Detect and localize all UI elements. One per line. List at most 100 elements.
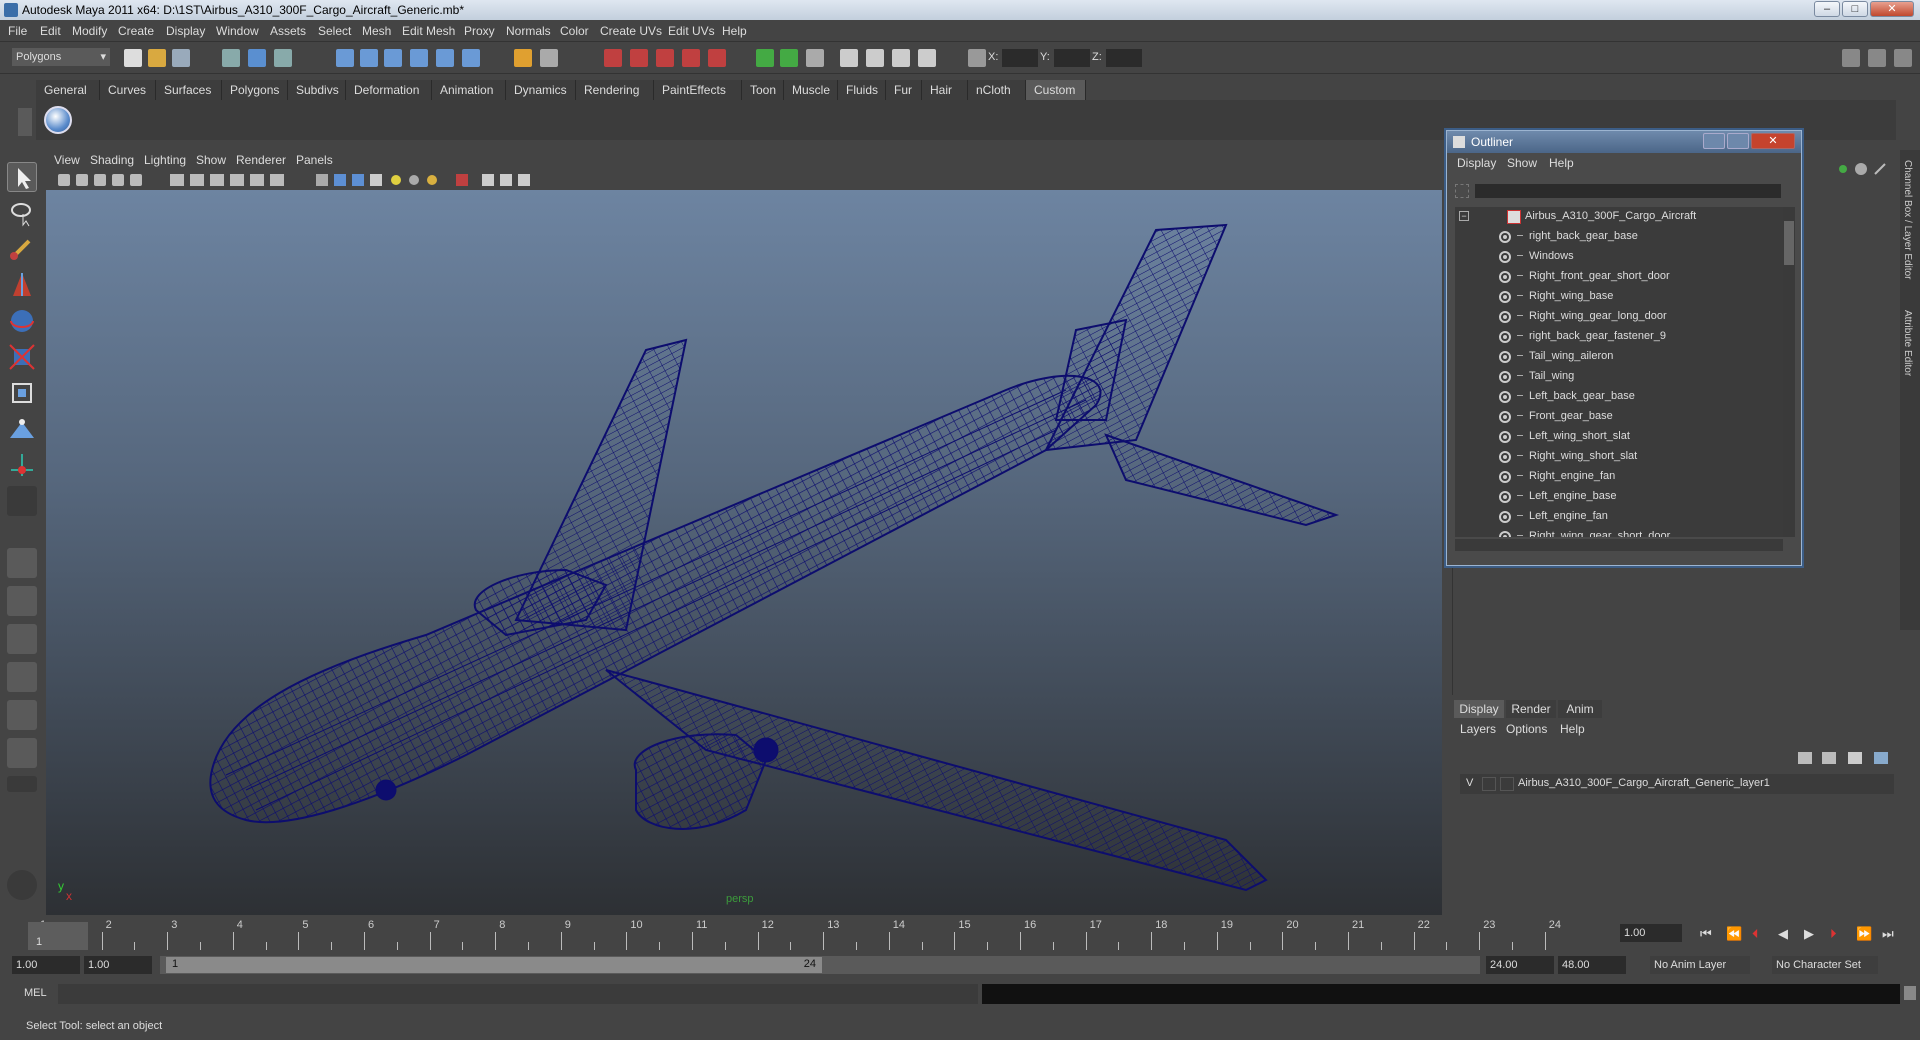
menu-proxy[interactable]: Proxy [464, 24, 495, 38]
render-frame-icon[interactable] [604, 49, 622, 67]
outliner-item-row[interactable]: Front_gear_base [1455, 407, 1775, 427]
select-component-icon[interactable] [274, 49, 292, 67]
hypershade-icon[interactable] [682, 49, 700, 67]
viewport-menu-panels[interactable]: Panels [296, 153, 333, 167]
menu-assets[interactable]: Assets [270, 24, 306, 38]
shelf-tab-polygons[interactable]: Polygons [222, 80, 288, 100]
outliner-item-row[interactable]: Left_wing_short_slat [1455, 427, 1775, 447]
menu-set-dropdown[interactable]: Polygons ▾ [12, 48, 110, 66]
minimize-button[interactable]: – [1814, 1, 1840, 17]
hypershade-persp-layout-icon[interactable] [7, 700, 37, 730]
snap-point-icon[interactable] [384, 49, 402, 67]
layer-menu-options[interactable]: Options [1506, 722, 1547, 736]
outliner-menu-help[interactable]: Help [1549, 156, 1574, 170]
viewport-menu-shading[interactable]: Shading [90, 153, 134, 167]
save-scene-icon[interactable] [172, 49, 190, 67]
shelf-tab-custom[interactable]: Custom [1026, 80, 1086, 100]
persp-graph-layout-icon[interactable] [7, 738, 37, 768]
menu-edit[interactable]: Edit [40, 24, 61, 38]
attribute-icon[interactable] [806, 49, 824, 67]
outliner-filter-field[interactable] [1475, 184, 1781, 198]
outliner-persp-layout-icon[interactable] [7, 624, 37, 654]
current-time-indicator[interactable]: 1 [28, 922, 88, 950]
scale-tool-icon[interactable] [7, 342, 37, 372]
custom-shelf-tool-icon[interactable] [44, 106, 72, 134]
four-pane-layout-icon[interactable] [7, 586, 37, 616]
range-bar[interactable]: 1 24 [160, 956, 1480, 974]
render-view-icon[interactable] [708, 49, 726, 67]
outliner-root-row[interactable]: − Airbus_A310_300F_Cargo_Aircraft [1455, 207, 1775, 227]
shelf-tab-animation[interactable]: Animation [432, 80, 506, 100]
select-hierarchy-icon[interactable] [222, 49, 240, 67]
menu-normals[interactable]: Normals [506, 24, 551, 38]
soft-modification-tool-icon[interactable] [7, 414, 37, 444]
graph-persp-layout-icon[interactable] [7, 662, 37, 692]
play-forward-icon[interactable]: ▶ [1804, 926, 1814, 942]
menu-window[interactable]: Window [216, 24, 259, 38]
layer-color-swatch[interactable] [1500, 777, 1514, 791]
step-forward-key-icon[interactable]: ⏩ [1856, 926, 1872, 942]
channel-box-icon[interactable] [892, 49, 910, 67]
shelf-tab-muscle[interactable]: Muscle [784, 80, 838, 100]
channel-box-layer-editor-tab[interactable]: Channel Box / Layer Editor [1902, 160, 1913, 280]
outliner-scroll-thumb[interactable] [1784, 221, 1794, 265]
step-back-frame-icon[interactable]: ⏴ [1752, 926, 1759, 942]
layer-tab-display[interactable]: Display [1454, 700, 1504, 718]
menu-help[interactable]: Help [722, 24, 747, 38]
shelf-tab-fluids[interactable]: Fluids [838, 80, 886, 100]
menu-color[interactable]: Color [560, 24, 589, 38]
step-forward-frame-icon[interactable]: ⏵ [1830, 926, 1837, 942]
move-tool-icon[interactable] [7, 270, 37, 300]
end-time-field[interactable]: 48.00 [1558, 956, 1626, 974]
playback-start-field[interactable]: 1.00 [84, 956, 152, 974]
layout-options-icon[interactable] [7, 776, 37, 792]
script-editor-icon[interactable] [1904, 986, 1916, 1000]
outliner-item-row[interactable]: Left_engine_base [1455, 487, 1775, 507]
outliner-filter-icon[interactable] [1455, 184, 1469, 198]
y-field[interactable] [1054, 49, 1090, 67]
toggle-panel-icon[interactable] [1842, 49, 1860, 67]
shelf-menu-icon[interactable] [18, 108, 32, 136]
input-output-icon[interactable] [540, 49, 558, 67]
select-object-icon[interactable] [248, 49, 266, 67]
outliner-item-row[interactable]: Right_wing_base [1455, 287, 1775, 307]
attribute-editor-tab[interactable]: Attribute Editor [1902, 310, 1913, 376]
perspective-viewport[interactable]: x y persp [46, 190, 1442, 915]
menu-edit-mesh[interactable]: Edit Mesh [402, 24, 455, 38]
playback-end-field[interactable]: 24.00 [1486, 956, 1554, 974]
menu-file[interactable]: File [8, 24, 27, 38]
anim-layer-dropdown[interactable]: No Anim Layer [1650, 956, 1750, 974]
shelf-tab-fur[interactable]: Fur [886, 80, 922, 100]
shelf-tab-general[interactable]: General [36, 80, 100, 100]
shelf-tab-deformation[interactable]: Deformation [346, 80, 432, 100]
menu-create-uvs[interactable]: Create UVs [600, 24, 662, 38]
aircraft-wireframe-model[interactable]: x y persp [46, 190, 1442, 915]
command-language-label[interactable]: MEL [24, 987, 47, 999]
layer-template-toggle[interactable] [1482, 777, 1496, 791]
shelf-tab-ncloth[interactable]: nCloth [968, 80, 1026, 100]
snap-curve-icon[interactable] [360, 49, 378, 67]
tool-settings-icon[interactable] [866, 49, 884, 67]
outliner-item-row[interactable]: Left_back_gear_base [1455, 387, 1775, 407]
outliner-item-row[interactable]: Windows [1455, 247, 1775, 267]
toggle-attribute-editor-icon[interactable] [1868, 49, 1886, 67]
outliner-menu-display[interactable]: Display [1457, 156, 1496, 170]
shelf-tab-subdivs[interactable]: Subdivs [288, 80, 346, 100]
shelf-tab-surfaces[interactable]: Surfaces [156, 80, 222, 100]
show-hide-editor-icon[interactable] [840, 49, 858, 67]
viewport-menu-show[interactable]: Show [196, 153, 226, 167]
go-to-start-icon[interactable]: ⏮ [1700, 926, 1712, 942]
layer-row[interactable]: V Airbus_A310_300F_Cargo_Aircraft_Generi… [1460, 774, 1894, 794]
command-input[interactable] [58, 984, 978, 1004]
layer-tab-anim[interactable]: Anim [1558, 700, 1602, 718]
paint-select-tool-icon[interactable] [7, 234, 37, 264]
maximize-button[interactable]: □ [1842, 1, 1868, 17]
menu-select[interactable]: Select [318, 24, 351, 38]
outliner-vertical-scrollbar[interactable] [1783, 207, 1795, 537]
viewport-menu-lighting[interactable]: Lighting [144, 153, 186, 167]
open-scene-icon[interactable] [148, 49, 166, 67]
character-set-dropdown[interactable]: No Character Set [1772, 956, 1878, 974]
shelf-tab-curves[interactable]: Curves [100, 80, 156, 100]
select-tool-icon[interactable] [7, 162, 37, 192]
toggle-channel-box-icon[interactable] [1894, 49, 1912, 67]
